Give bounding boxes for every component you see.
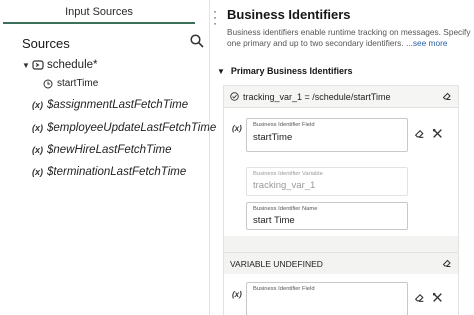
tree-variable-row[interactable]: (x) $employeeUpdateLastFetchTime	[32, 122, 216, 134]
variable-label: $newHireLastFetchTime	[47, 144, 172, 156]
caret-down-icon[interactable]: ▼	[22, 61, 32, 70]
tree-variable-row[interactable]: (x) $terminationLastFetchTime	[32, 166, 186, 178]
field-label: Business Identifier Variable	[253, 171, 323, 177]
check-circle-icon	[230, 92, 239, 101]
tools-icon[interactable]	[432, 290, 444, 302]
identifier-detail: (x) Business Identifier Field startTime	[224, 108, 458, 236]
variable-icon: (x)	[32, 167, 43, 177]
panel-divider[interactable]	[209, 0, 210, 315]
input-sources-panel: Input Sources Sources ▼ schedule * startT…	[0, 0, 216, 315]
tree-label-starttime: startTime	[57, 78, 99, 89]
primary-identifier-row[interactable]: tracking_var_1 = /schedule/startTime	[224, 86, 458, 108]
variable-icon: (x)	[32, 100, 43, 110]
field-value: start Time	[253, 215, 295, 226]
variable-icon: (x)	[32, 145, 43, 155]
variable-marker: (x)	[232, 290, 242, 299]
business-identifiers-panel: Business Identifiers Business identifier…	[211, 0, 474, 315]
eraser-icon[interactable]	[414, 126, 426, 138]
variable-label: $employeeUpdateLastFetchTime	[47, 122, 217, 134]
business-identifier-variable-field: Business Identifier Variable tracking_va…	[246, 167, 408, 196]
business-identifier-name-field[interactable]: Business Identifier Name start Time	[246, 202, 408, 230]
business-identifier-field[interactable]: Business Identifier Field	[246, 282, 408, 315]
panel-description: Business identifiers enable runtime trac…	[227, 27, 473, 49]
primary-identifier-expression: tracking_var_1 = /schedule/startTime	[243, 91, 391, 102]
field-label: Business Identifier Name	[253, 206, 318, 212]
variable-marker: (x)	[232, 124, 242, 133]
eraser-icon[interactable]	[414, 290, 426, 302]
field-value: tracking_var_1	[253, 180, 316, 191]
business-identifier-field[interactable]: Business Identifier Field startTime	[246, 118, 408, 152]
chevron-down-icon[interactable]: ▼	[217, 67, 225, 76]
eraser-icon[interactable]	[442, 258, 454, 270]
field-label: Business Identifier Field	[253, 286, 315, 292]
tree-label-schedule: schedule	[47, 59, 94, 71]
required-marker: *	[93, 59, 98, 71]
field-value: startTime	[253, 132, 293, 143]
sources-title: Sources	[22, 36, 70, 51]
field-label: Business Identifier Field	[253, 122, 315, 128]
identifiers-card: tracking_var_1 = /schedule/startTime (x)…	[223, 85, 459, 315]
eraser-icon[interactable]	[442, 91, 454, 103]
tree-node-starttime[interactable]: startTime	[43, 78, 98, 89]
undefined-label: VARIABLE UNDEFINED	[230, 258, 323, 269]
tree-node-schedule[interactable]: ▼ schedule *	[22, 59, 98, 71]
see-more-link[interactable]: ...see more	[406, 38, 448, 48]
tab-input-sources[interactable]: Input Sources	[3, 0, 195, 24]
undefined-identifier-detail: (x) Business Identifier Field	[224, 274, 458, 315]
section-title: Primary Business Identifiers	[230, 66, 353, 76]
clock-icon	[43, 79, 53, 89]
variable-label: $assignmentLastFetchTime	[47, 99, 189, 111]
element-icon	[32, 59, 44, 71]
tools-icon[interactable]	[432, 126, 444, 138]
tree-variable-row[interactable]: (x) $assignmentLastFetchTime	[32, 99, 188, 111]
tree-variable-row[interactable]: (x) $newHireLastFetchTime	[32, 144, 172, 156]
variable-label: $terminationLastFetchTime	[47, 166, 187, 178]
undefined-identifier-row[interactable]: VARIABLE UNDEFINED	[224, 252, 458, 274]
search-icon[interactable]	[190, 34, 208, 52]
tab-bar: Input Sources	[0, 0, 209, 26]
section-primary-identifiers[interactable]: ▼ Primary Business Identifiers	[217, 66, 352, 76]
variable-icon: (x)	[32, 123, 43, 133]
page-title: Business Identifiers	[227, 7, 351, 22]
